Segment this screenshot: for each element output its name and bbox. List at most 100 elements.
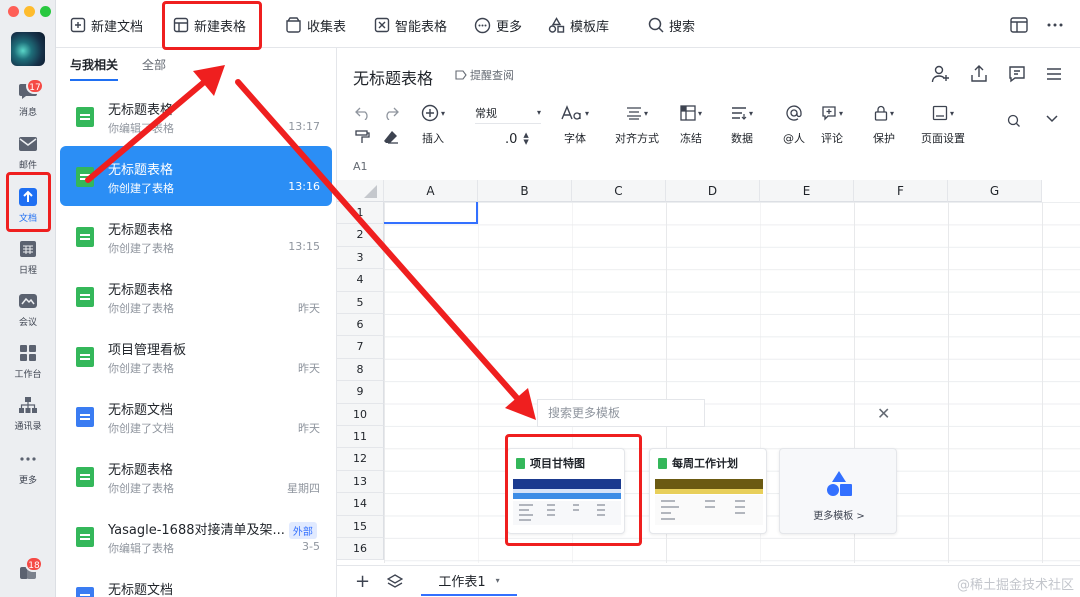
sidebar-item-label: 通讯录 bbox=[14, 422, 42, 432]
more-button[interactable]: 更多 bbox=[474, 12, 522, 38]
share-user-icon[interactable] bbox=[931, 64, 951, 84]
protect-button[interactable]: ▾ 保护 bbox=[873, 102, 895, 146]
sidebar-item-more[interactable]: 更多 bbox=[0, 448, 56, 486]
sidebar-item-meeting[interactable]: 会议 bbox=[0, 290, 56, 328]
tab-related[interactable]: 与我相关 bbox=[70, 56, 119, 81]
align-button[interactable]: ▾ 对齐方式 bbox=[615, 102, 659, 146]
row-header[interactable]: 1 bbox=[337, 202, 384, 225]
sheet-title[interactable]: 无标题表格 bbox=[353, 65, 433, 89]
sidebar-item-workspace[interactable]: 工作台 bbox=[0, 342, 56, 380]
new-sheet-button[interactable]: 新建表格 bbox=[173, 12, 246, 38]
freeze-button[interactable]: ▾ 冻结 bbox=[680, 102, 702, 146]
list-item[interactable]: 无标题表格 你创建了表格 13:16 bbox=[60, 146, 332, 206]
list-item[interactable]: 无标题表格 你编辑了表格 13:17 bbox=[60, 86, 332, 146]
row-header[interactable]: 10 bbox=[337, 403, 384, 426]
template-card-gantt[interactable]: 项目甘特图 bbox=[507, 448, 625, 534]
row-header[interactable]: 3 bbox=[337, 246, 384, 270]
page-setup-button[interactable]: ▾ 页面设置 bbox=[921, 102, 965, 146]
layout-toggle-button[interactable] bbox=[1010, 12, 1028, 38]
sheet-icon bbox=[516, 457, 525, 469]
list-item[interactable]: 无标题表格 你创建了表格 13:15 bbox=[60, 206, 332, 266]
list-item[interactable]: 项目管理看板 你创建了表格 昨天 bbox=[60, 326, 332, 386]
sidebar-item-contacts[interactable]: 通讯录 bbox=[0, 394, 56, 432]
toolbar-collapse-button[interactable] bbox=[1045, 114, 1059, 124]
row-header[interactable]: 12 bbox=[337, 448, 384, 471]
watermark: @稀土掘金技术社区 bbox=[956, 578, 1074, 593]
new-sheet-icon bbox=[173, 17, 189, 33]
row-header[interactable]: 8 bbox=[337, 358, 384, 382]
column-header[interactable]: C bbox=[572, 180, 666, 202]
selected-cell[interactable] bbox=[384, 202, 478, 224]
list-item[interactable]: 无标题文档你创建了文档3-5 bbox=[60, 566, 332, 597]
list-item[interactable]: 无标题表格 你创建了表格 星期四 bbox=[60, 446, 332, 506]
undo-button[interactable] bbox=[355, 102, 371, 124]
row-header[interactable]: 15 bbox=[337, 515, 384, 538]
template-card-more[interactable]: 更多模板 > bbox=[779, 448, 897, 534]
data-button[interactable]: ▾ 数据 bbox=[731, 102, 753, 146]
row-header[interactable]: 4 bbox=[337, 269, 384, 292]
sidebar-item-calendar[interactable]: 日程 bbox=[0, 238, 56, 276]
comment-button[interactable]: ▾ 评论 bbox=[821, 102, 843, 146]
template-card-weekly-plan[interactable]: 每周工作计划 bbox=[649, 448, 767, 534]
select-all-corner[interactable] bbox=[337, 180, 384, 202]
column-header[interactable]: D bbox=[666, 180, 760, 202]
template-search-input[interactable]: 搜索更多模板 bbox=[537, 399, 705, 427]
column-header[interactable]: F bbox=[854, 180, 948, 202]
close-window-button[interactable] bbox=[8, 6, 19, 17]
list-item[interactable]: Yasagle-1688对接清单及架... 外部 你编辑了表格 3-5 bbox=[60, 506, 332, 566]
decimal-stepper[interactable]: .0 ▲ ▼ bbox=[505, 128, 529, 150]
clear-format-button[interactable] bbox=[383, 126, 399, 148]
column-header[interactable]: G bbox=[948, 180, 1042, 202]
search-label: 搜索 bbox=[669, 19, 696, 35]
row-header[interactable]: 7 bbox=[337, 336, 384, 359]
maximize-window-button[interactable] bbox=[40, 6, 51, 17]
redo-button[interactable] bbox=[383, 102, 399, 124]
row-header[interactable]: 11 bbox=[337, 426, 384, 449]
chevron-down-icon[interactable]: ▾ bbox=[496, 576, 500, 585]
row-header[interactable]: 2 bbox=[337, 224, 384, 247]
remind-review-button[interactable]: 提醒查阅 bbox=[455, 67, 514, 83]
font-icon bbox=[561, 105, 581, 120]
column-header[interactable]: A bbox=[384, 180, 478, 202]
list-item-time: 星期四 bbox=[287, 482, 320, 495]
insert-button[interactable]: ▾ 插入 bbox=[421, 102, 445, 146]
template-library-button[interactable]: 模板库 bbox=[548, 12, 609, 38]
mention-button[interactable]: @人 bbox=[783, 102, 805, 146]
row-header[interactable]: 16 bbox=[337, 538, 384, 561]
row-header[interactable]: 5 bbox=[337, 291, 384, 314]
tab-all[interactable]: 全部 bbox=[142, 56, 166, 81]
minimize-window-button[interactable] bbox=[24, 6, 35, 17]
sidebar-item-mail[interactable]: 邮件 bbox=[0, 133, 56, 171]
add-sheet-icon[interactable]: + bbox=[355, 571, 370, 592]
smart-sheet-button[interactable]: 智能表格 bbox=[374, 12, 447, 38]
number-format-select[interactable]: 常规 ▾ bbox=[475, 102, 541, 124]
find-button[interactable] bbox=[1007, 114, 1021, 128]
list-item-title: 无标题表格 bbox=[108, 463, 174, 478]
gantt-preview-thumbnail bbox=[513, 479, 621, 525]
form-icon bbox=[286, 17, 301, 33]
upload-icon[interactable] bbox=[969, 64, 989, 84]
sheet-list-icon[interactable] bbox=[386, 574, 404, 591]
lock-icon bbox=[874, 105, 888, 121]
column-header[interactable]: E bbox=[760, 180, 854, 202]
row-header[interactable]: 14 bbox=[337, 493, 384, 516]
list-item[interactable]: 无标题表格 你创建了表格 昨天 bbox=[60, 266, 332, 326]
sheet-tab[interactable]: 工作表1 ▾ bbox=[421, 566, 517, 596]
comments-icon[interactable] bbox=[1007, 64, 1027, 84]
form-button[interactable]: 收集表 bbox=[285, 12, 346, 38]
avatar[interactable] bbox=[11, 32, 45, 66]
row-header[interactable]: 6 bbox=[337, 314, 384, 337]
menu-icon[interactable] bbox=[1044, 64, 1064, 84]
close-icon[interactable]: ✕ bbox=[877, 404, 890, 423]
window-more-button[interactable] bbox=[1046, 12, 1064, 38]
search-button[interactable]: 搜索 bbox=[648, 12, 695, 38]
sidebar-item-docs[interactable]: 文档 bbox=[0, 186, 56, 224]
add-comment-icon bbox=[822, 106, 836, 121]
row-header[interactable]: 13 bbox=[337, 470, 384, 494]
font-button[interactable]: ▾ 字体 bbox=[561, 102, 589, 146]
format-painter-button[interactable] bbox=[355, 126, 371, 148]
list-item[interactable]: 无标题文档 你创建了文档 昨天 bbox=[60, 386, 332, 446]
row-header[interactable]: 9 bbox=[337, 381, 384, 404]
new-doc-button[interactable]: 新建文档 bbox=[70, 12, 143, 38]
column-header[interactable]: B bbox=[478, 180, 572, 202]
